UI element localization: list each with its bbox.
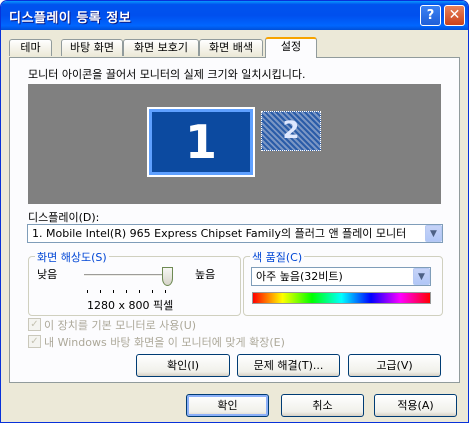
- close-icon: ✕: [448, 7, 461, 23]
- tab-theme[interactable]: 테마: [9, 39, 52, 56]
- help-icon: ?: [426, 8, 435, 23]
- cancel-button[interactable]: 취소: [281, 394, 364, 417]
- resolution-group: 화면 해상도(S) 낮음 높음 1280 x 800 픽셀: [28, 249, 241, 316]
- primary-monitor-label: 이 장치를 기본 모니터로 사용(U): [44, 319, 197, 332]
- slider-tick: [87, 290, 88, 293]
- color-palette-preview: [252, 292, 431, 304]
- slider-tick: [113, 290, 114, 293]
- resolution-high-label: 높음: [195, 268, 216, 281]
- slider-tick: [152, 290, 153, 293]
- slider-tick: [139, 290, 140, 293]
- display-label: 디스플레이(D):: [28, 211, 100, 224]
- extend-desktop-label: 내 Windows 바탕 화면을 이 모니터에 맞게 확장(E): [44, 336, 285, 349]
- slider-tick: [165, 290, 166, 293]
- display-select-value: 1. Mobile Intel(R) 965 Express Chipset F…: [32, 227, 407, 240]
- display-select[interactable]: 1. Mobile Intel(R) 965 Express Chipset F…: [27, 224, 443, 243]
- monitor-1-label: 1: [184, 115, 217, 169]
- ok-button[interactable]: 확인: [186, 394, 269, 417]
- monitor-2-label: 2: [282, 116, 300, 144]
- window-title: 디스플레이 등록 정보: [9, 11, 132, 26]
- monitor-2-icon[interactable]: 2: [261, 111, 321, 151]
- slider-tick: [100, 290, 101, 293]
- apply-button[interactable]: 적용(A): [374, 394, 457, 417]
- title-bar[interactable]: 디스플레이 등록 정보 ? ✕: [1, 1, 468, 30]
- help-button[interactable]: ?: [420, 5, 441, 26]
- chevron-down-icon[interactable]: ▼: [425, 225, 442, 242]
- monitor-arrangement-area[interactable]: 1 2: [28, 84, 441, 204]
- color-quality-group-label: 색 품질(C): [250, 249, 305, 265]
- settings-panel: 모니터 아이콘을 끌어서 모니터의 실제 크기와 일치시킵니다. 1 2 디스플…: [9, 57, 460, 383]
- color-quality-value: 아주 높음(32비트): [256, 270, 343, 283]
- extend-desktop-checkbox[interactable]: ✓: [28, 335, 41, 348]
- color-quality-group: 색 품질(C) 아주 높음(32비트) ▼: [243, 249, 443, 316]
- tab-settings[interactable]: 설정: [265, 37, 317, 58]
- resolution-slider-thumb[interactable]: [162, 267, 173, 286]
- resolution-value: 1280 x 800 픽셀: [87, 299, 174, 312]
- tab-appearance[interactable]: 화면 배색: [199, 39, 263, 56]
- resolution-low-label: 낮음: [37, 268, 58, 281]
- color-quality-select[interactable]: 아주 높음(32비트) ▼: [251, 267, 431, 286]
- identify-button[interactable]: 확인(I): [136, 354, 230, 377]
- advanced-button[interactable]: 고급(V): [348, 354, 441, 377]
- tab-screensaver[interactable]: 화면 보호기: [123, 39, 199, 56]
- resolution-slider-track[interactable]: [84, 274, 169, 277]
- close-button[interactable]: ✕: [444, 5, 465, 26]
- chevron-down-icon[interactable]: ▼: [413, 268, 430, 285]
- resolution-group-label: 화면 해상도(S): [35, 249, 109, 265]
- monitor-1-icon[interactable]: 1: [147, 107, 255, 177]
- display-properties-window: 디스플레이 등록 정보 ? ✕ 테마 바탕 화면 화면 보호기 화면 배색 설정…: [0, 0, 469, 423]
- tab-desktop[interactable]: 바탕 화면: [61, 39, 123, 56]
- primary-monitor-checkbox[interactable]: ✓: [28, 318, 41, 331]
- slider-tick: [126, 290, 127, 293]
- instruction-text: 모니터 아이콘을 끌어서 모니터의 실제 크기와 일치시킵니다.: [28, 68, 306, 81]
- troubleshoot-button[interactable]: 문제 해결(T)...: [237, 354, 340, 377]
